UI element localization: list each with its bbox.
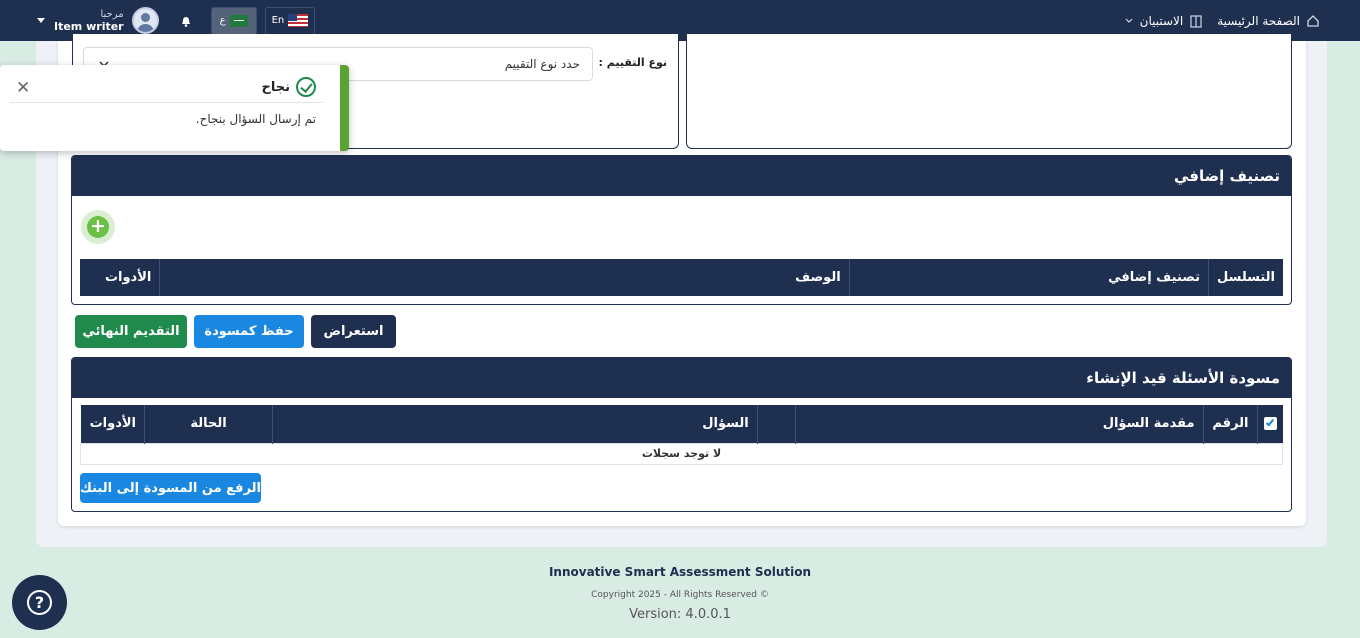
survey-icon [1190,14,1202,28]
user-menu-caret-icon[interactable] [36,17,46,25]
col-select-all [1256,405,1283,443]
save-draft-button[interactable]: حفظ كمسودة [194,315,304,348]
user-menu[interactable]: مرحبا Item writer [54,7,159,34]
nav-home-label: الصفحة الرئيسية [1217,13,1300,28]
upload-to-bank-button[interactable]: الرفع من المسودة إلى البنك [80,473,261,503]
final-submit-button[interactable]: التقديم النهائي [75,315,187,348]
nav-survey-menu[interactable]: الاستبيان [1124,14,1204,28]
user-text: مرحبا Item writer [54,9,124,33]
drafts-table: الرقم مقدمة السؤال السؤال الحالة الأدوات… [80,405,1283,465]
additional-classification-title: تصنيف إضافي [72,156,1291,196]
avatar [131,7,159,34]
col-blank [756,405,796,443]
close-icon[interactable]: ✕ [16,79,30,97]
evaluation-type-placeholder: حدد نوع التقييم [504,57,580,71]
toast-divider [10,102,323,103]
user-name: Item writer [54,19,124,33]
success-toast: نجاح ✕ تم إرسال السؤال بنجاح. [0,65,349,151]
evaluation-type-label: نوع التقييم : [598,56,667,69]
language-arabic-button[interactable]: ع [210,6,257,35]
check-circle-icon [296,77,316,97]
saudi-flag-icon [229,14,248,27]
table-header-row: التسلسل تصنيف إضافي الوصف الأدوات [80,259,1283,296]
nav-home-link[interactable]: الصفحة الرئيسية [1217,14,1320,28]
lang-en-label: En [271,15,285,26]
language-english-button[interactable]: En [264,6,315,35]
right-top-box [686,34,1292,149]
col-question: السؤال [271,405,758,443]
empty-records-text: لا توجد سجلات [80,442,1283,465]
question-icon: ? [27,590,52,615]
plus-icon: + [87,216,109,238]
classification-table: التسلسل تصنيف إضافي الوصف الأدوات [80,259,1283,296]
footer-version: Version: 4.0.0.1 [629,607,731,622]
select-all-checkbox[interactable] [1263,417,1277,431]
table-header-row: الرقم مقدمة السؤال السؤال الحالة الأدوات [80,405,1283,443]
toast-title: نجاح [261,80,290,95]
col-number: الرقم [1202,405,1257,443]
drafts-title: مسودة الأسئلة قيد الإنشاء [72,358,1291,398]
col-tools: الأدوات [80,405,145,443]
footer-product-name: Innovative Smart Assessment Solution [548,565,812,579]
chevron-down-icon [1125,18,1133,23]
user-greeting: مرحبا [100,8,124,20]
check-icon [1265,417,1274,427]
table-row: لا توجد سجلات [80,442,1283,465]
col-status: الحالة [144,405,273,443]
col-additional-classification: تصنيف إضافي [848,259,1209,296]
nav-survey-label: الاستبيان [1139,13,1184,28]
help-button[interactable]: ? [12,575,67,630]
footer-copyright: Copyright 2025 - All Rights Reserved © [591,590,769,600]
bell-icon[interactable] [179,14,193,28]
col-tools: الأدوات [80,259,160,296]
preview-button[interactable]: استعراض [311,315,396,348]
toast-message: تم إرسال السؤال بنجاح. [195,112,316,126]
home-icon [1307,14,1319,27]
col-description: الوصف [159,259,850,296]
us-flag-icon [288,14,308,27]
lang-ar-label: ع [219,15,226,26]
col-question-intro: مقدمة السؤال [794,405,1204,443]
add-classification-button[interactable]: + [81,210,115,244]
col-sequence: التسلسل [1207,259,1283,296]
